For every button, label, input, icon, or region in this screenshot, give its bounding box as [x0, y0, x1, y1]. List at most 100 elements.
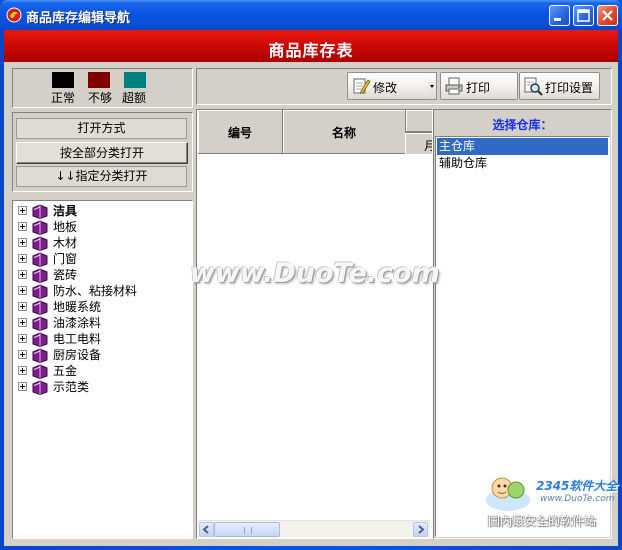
toolbar: 修改 打印 打印设置: [196, 68, 612, 105]
tree-item-label: 地板: [53, 220, 78, 234]
tree-item-label: 防水、粘接材料: [53, 284, 138, 298]
close-icon: [602, 10, 613, 21]
tree-item-label: 五金: [53, 364, 78, 378]
edit-button-label: 修改: [373, 81, 398, 95]
tree-item[interactable]: 电工电料: [15, 331, 190, 348]
tree-item[interactable]: 示范类: [15, 379, 190, 396]
mascot-logo: [482, 470, 534, 514]
legend-label-normal: 正常: [51, 91, 76, 105]
book-icon: [31, 315, 49, 332]
expand-plus-icon[interactable]: [18, 286, 27, 295]
watermark-url: www.DuoTe.com: [540, 494, 615, 504]
scroll-left-button[interactable]: [199, 522, 214, 537]
legend-label-shortage: 不够: [88, 91, 113, 105]
tree-item-label: 电工电料: [53, 332, 102, 346]
column-header-sub-label: 月: [424, 137, 432, 154]
print-setup-button[interactable]: 打印设置: [519, 72, 600, 100]
print-button-label: 打印: [466, 81, 491, 95]
book-icon: [31, 299, 49, 316]
book-icon: [31, 283, 49, 300]
book-icon: [31, 379, 49, 396]
tree-item[interactable]: 五金: [15, 363, 190, 380]
warehouse-item-main[interactable]: 主仓库: [437, 138, 608, 155]
tree-item-label: 木材: [53, 236, 78, 250]
expand-plus-icon[interactable]: [18, 206, 27, 215]
edit-button[interactable]: 修改: [347, 72, 429, 100]
tree-item[interactable]: 门窗: [15, 251, 190, 268]
expand-plus-icon[interactable]: [18, 222, 27, 231]
legend-swatch-shortage: [88, 72, 110, 88]
book-icon: [31, 203, 49, 220]
watermark-slogan: 国内最安全的软件站: [488, 514, 597, 528]
tree-item[interactable]: 洁具: [15, 203, 190, 220]
banner-title: 商品库存表: [268, 41, 354, 60]
printer-icon: [444, 76, 464, 96]
column-header-id[interactable]: 编号: [198, 110, 283, 154]
tree-item[interactable]: 地暖系统: [15, 299, 190, 316]
book-icon: [31, 331, 49, 348]
tree-item[interactable]: 地板: [15, 219, 190, 236]
window-title: 商品库存编辑导航: [26, 11, 131, 26]
open-mode-panel: 打开方式 按全部分类打开 ↓↓指定分类打开: [12, 112, 193, 192]
expand-plus-icon[interactable]: [18, 254, 27, 263]
book-icon: [31, 267, 49, 284]
tree-item-label: 油漆涂料: [53, 316, 102, 330]
scroll-thumb[interactable]: [214, 522, 280, 537]
maximize-icon: [577, 9, 590, 22]
tree-item[interactable]: 木材: [15, 235, 190, 252]
open-all-categories-button[interactable]: 按全部分类打开: [16, 142, 188, 164]
print-button[interactable]: 打印: [440, 72, 518, 100]
watermark-center: www.DuoTe.com: [190, 258, 440, 289]
minimize-icon: [554, 18, 561, 21]
minimize-button[interactable]: [549, 5, 570, 26]
tree-item-label: 门窗: [53, 252, 78, 266]
horizontal-scrollbar[interactable]: [198, 520, 430, 537]
arrow-right-icon: [418, 525, 425, 534]
expand-plus-icon[interactable]: [18, 366, 27, 375]
expand-plus-icon[interactable]: [18, 350, 27, 359]
print-setup-button-label: 打印设置: [545, 81, 594, 95]
book-icon: [31, 363, 49, 380]
app-logo-icon: [6, 7, 22, 23]
edit-dropdown-button[interactable]: [428, 72, 437, 100]
column-header-group[interactable]: [406, 110, 432, 132]
edit-icon: [351, 76, 371, 96]
inventory-grid[interactable]: 编号 名称 月: [196, 109, 433, 539]
scroll-grip: [244, 527, 252, 534]
maximize-button[interactable]: [573, 5, 594, 26]
print-preview-icon: [523, 76, 543, 96]
tree-item-label: 洁具: [53, 204, 78, 218]
warehouse-title: 选择仓库：: [492, 118, 553, 132]
expand-plus-icon[interactable]: [18, 302, 27, 311]
arrow-left-icon: [202, 525, 209, 534]
watermark-brand: 2345软件大全: [536, 479, 618, 493]
book-icon: [31, 347, 49, 364]
tree-item[interactable]: 油漆涂料: [15, 315, 190, 332]
expand-plus-icon[interactable]: [18, 270, 27, 279]
tree-item[interactable]: 防水、粘接材料: [15, 283, 190, 300]
tree-item[interactable]: 厨房设备: [15, 347, 190, 364]
close-button[interactable]: [597, 5, 618, 26]
open-selected-category-button[interactable]: ↓↓指定分类打开: [16, 166, 187, 187]
category-tree[interactable]: 洁具 地板 木材 门窗 瓷砖 防水、粘接材料 地暖系统 油漆涂料 电工电料 厨房…: [12, 200, 193, 539]
book-icon: [31, 219, 49, 236]
warehouse-item-secondary[interactable]: 辅助仓库: [437, 155, 608, 172]
book-icon: [31, 251, 49, 268]
tree-item-label: 厨房设备: [53, 348, 102, 362]
scroll-right-button[interactable]: [413, 522, 428, 537]
expand-plus-icon[interactable]: [18, 382, 27, 391]
expand-plus-icon[interactable]: [18, 318, 27, 327]
expand-plus-icon[interactable]: [18, 238, 27, 247]
tree-item-label: 地暖系统: [53, 300, 102, 314]
app-icon[interactable]: [6, 7, 22, 23]
column-header-name[interactable]: 名称: [283, 110, 406, 154]
expand-plus-icon[interactable]: [18, 334, 27, 343]
tree-item[interactable]: 瓷砖: [15, 267, 190, 284]
column-header-id-label: 编号: [227, 126, 252, 140]
column-header-sub[interactable]: 月: [405, 132, 432, 154]
legend-label-excess: 超额: [122, 91, 147, 105]
title-bar[interactable]: 商品库存编辑导航: [0, 0, 622, 30]
tree-item-label: 瓷砖: [53, 268, 78, 282]
legend-swatch-excess: [124, 72, 146, 88]
header-banner: 商品库存表: [4, 30, 618, 62]
